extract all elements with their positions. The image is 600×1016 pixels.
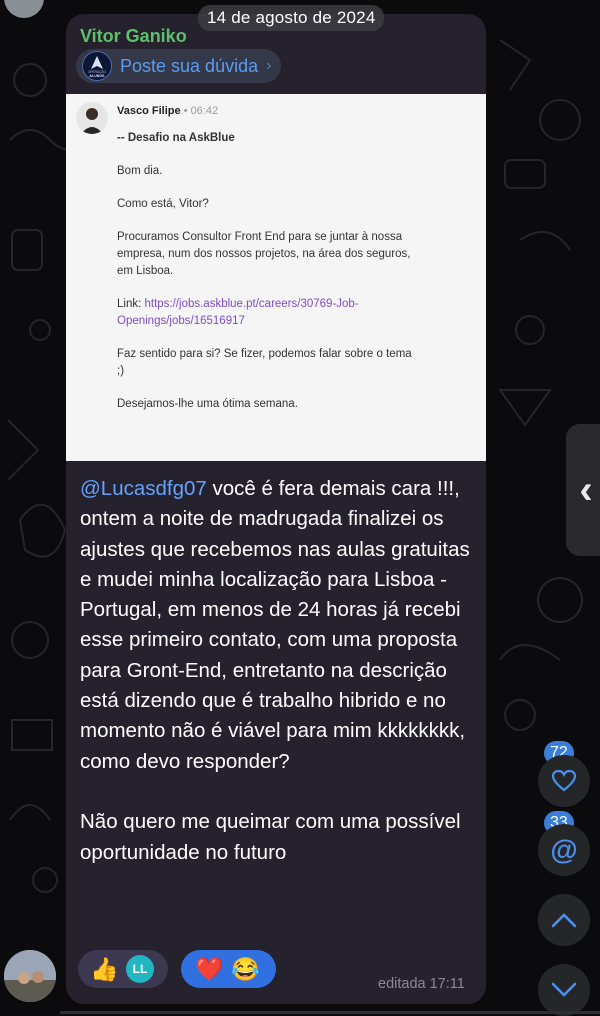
email-body: -- Desafio na AskBlue Bom dia. Como está… xyxy=(117,130,417,429)
thumbs-up-emoji: 👍 xyxy=(90,956,119,982)
email-closing: Desejamos-lhe uma ótima semana. xyxy=(117,398,298,410)
attached-screenshot[interactable]: Vasco Filipe • 06:42 -- Desafio na AskBl… xyxy=(66,94,486,461)
at-icon: @ xyxy=(550,834,578,865)
reaction-thumbs-up[interactable]: 👍 LL xyxy=(78,950,168,988)
email-greeting: Bom dia. xyxy=(117,165,163,177)
date-separator: 14 de agosto de 2024 xyxy=(198,5,385,31)
side-panel-toggle[interactable]: ‹ xyxy=(566,424,600,556)
email-sender-avatar xyxy=(76,102,108,134)
sender-name[interactable]: Vitor Ganiko xyxy=(80,26,187,47)
scroll-down-button[interactable] xyxy=(538,964,590,1016)
scroll-up-button[interactable] xyxy=(538,894,590,946)
chevron-up-icon xyxy=(551,913,577,928)
mention-link[interactable]: @Lucasdfg07 xyxy=(80,477,207,500)
email-sender-line: Vasco Filipe • 06:42 xyxy=(117,105,218,117)
sender-avatar[interactable] xyxy=(4,950,56,1002)
email-sender-name: Vasco Filipe xyxy=(117,105,181,117)
email-offer: Procuramos Consultor Front End para se j… xyxy=(117,231,411,277)
message-text: @Lucasdfg07 você é fera demais cara !!!,… xyxy=(80,474,478,868)
chevron-right-icon: › xyxy=(266,57,272,74)
channel-name: Poste sua dúvida xyxy=(120,55,259,76)
email-follow-up: Faz sentido para si? Se fizer, podemos f… xyxy=(117,348,412,377)
email-question: Como está, Vitor? xyxy=(117,198,209,210)
heart-icon xyxy=(551,769,577,792)
channel-reply-link[interactable]: OPERAÇÃO ALUNOS Poste sua dúvida › xyxy=(76,49,282,83)
email-subject: -- Desafio na AskBlue xyxy=(117,132,235,144)
email-time: • 06:42 xyxy=(183,105,219,117)
side-panel-chevron-icon: ‹ xyxy=(579,467,593,512)
reaction-heart[interactable]: ❤️ 😂 xyxy=(181,950,276,988)
chevron-down-icon xyxy=(551,982,577,997)
email-link[interactable]: https://jobs.askblue.pt/careers/30769-Jo… xyxy=(117,298,359,327)
message-bubble[interactable]: Vitor Ganiko OPERAÇÃO ALUNOS Poste sua d… xyxy=(66,14,486,1004)
reactor-emoji-avatar: 😂 xyxy=(231,956,260,982)
reactor-avatar: LL xyxy=(126,955,154,983)
email-link-label: Link: xyxy=(117,298,145,310)
channel-logo: OPERAÇÃO ALUNOS xyxy=(82,51,112,81)
heart-emoji: ❤️ xyxy=(195,956,224,982)
edited-timestamp: editada 17:11 xyxy=(378,976,465,992)
message-body: você é fera demais cara !!!, ontem a noi… xyxy=(80,477,470,864)
svg-text:ALUNOS: ALUNOS xyxy=(89,74,105,78)
unread-mentions-button[interactable]: @ xyxy=(538,824,590,876)
email-link-line: Link: https://jobs.askblue.pt/careers/30… xyxy=(117,296,417,330)
channel-logo-icon: OPERAÇÃO ALUNOS xyxy=(88,56,107,78)
unread-reactions-button[interactable] xyxy=(538,755,590,807)
